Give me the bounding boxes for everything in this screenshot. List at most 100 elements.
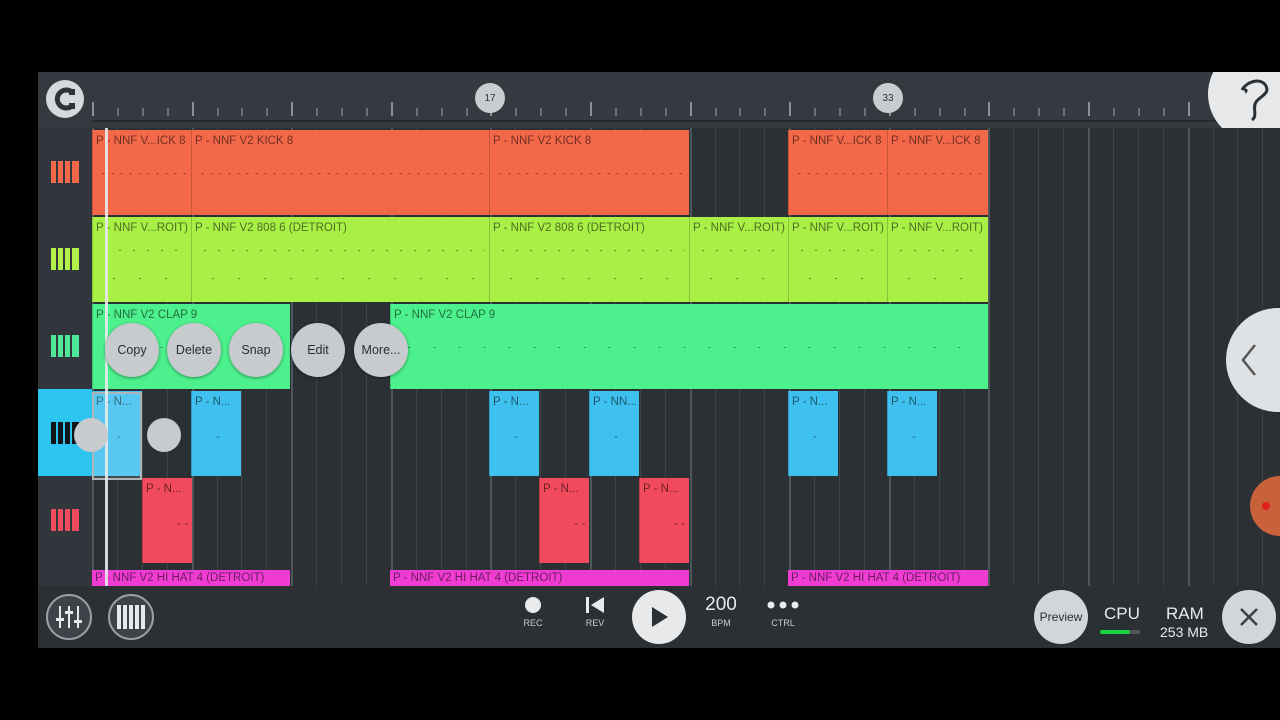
ruler-tick [565, 108, 568, 116]
ruler-tick [739, 108, 742, 116]
pattern-clip[interactable]: P - NNF V2 808 6 (DETROIT) [489, 217, 689, 302]
grid-line [1212, 128, 1214, 586]
more-button[interactable]: More... [354, 323, 408, 377]
selection-handle-left[interactable] [74, 418, 108, 452]
pattern-clip[interactable]: P - NNF V...ICK 8 [788, 130, 887, 215]
tempo-control[interactable]: 200 BPM [696, 594, 746, 628]
pattern-clip[interactable]: P - NNF V...ROIT) [689, 217, 788, 302]
ruler-tick [938, 108, 941, 116]
pattern-clip[interactable]: P - NNF V2 HI HAT 4 (DETROIT) [92, 570, 290, 586]
piano-icon [51, 247, 79, 270]
play-button[interactable] [632, 590, 686, 644]
pattern-clip[interactable]: P - N... - - [639, 478, 689, 563]
ruler-tick [789, 102, 792, 116]
ruler-tick [1162, 108, 1165, 116]
pattern-clip[interactable]: P - N... - - [539, 478, 589, 563]
cpu-label: CPU [1104, 604, 1140, 623]
ruler-tick [714, 108, 717, 116]
pattern-clip[interactable]: P - N... - [191, 391, 241, 476]
piano-icon [51, 334, 79, 357]
pattern-clip[interactable]: P - NNF V2 808 6 (DETROIT) [191, 217, 489, 302]
pattern-clip[interactable]: P - NNF V2 HI HAT 4 (DETROIT) [788, 570, 988, 586]
pattern-clip[interactable]: P - N... - [887, 391, 937, 476]
ruler-tick [1187, 102, 1190, 116]
grid-line [1088, 128, 1090, 586]
pattern-clip[interactable]: P - NN... - [589, 391, 639, 476]
ruler-tick [365, 108, 368, 116]
pattern-clip[interactable]: P - N... - [489, 391, 539, 476]
close-icon [1240, 608, 1258, 626]
ruler-tick [92, 102, 94, 116]
ruler-tick [415, 108, 418, 116]
mixer-sliders-icon [56, 606, 82, 628]
pattern-clip[interactable]: P - NNF V2 CLAP 9 [390, 304, 988, 389]
ruler-tick [963, 108, 966, 116]
ruler-tick [764, 108, 767, 116]
ruler-baseline [92, 120, 1232, 122]
ruler-tick [863, 108, 866, 116]
bottom-toolbar: REC REV 200 BPM CTRL Preview CPU RAM 253… [38, 586, 1280, 648]
ruler-tick [191, 102, 194, 116]
ruler-tick [266, 108, 269, 116]
track-lane-2[interactable] [38, 215, 92, 303]
pattern-clip[interactable]: P - NNF V...ROIT) [887, 217, 988, 302]
pattern-clip[interactable]: P - NNF V...ROIT) [788, 217, 887, 302]
ruler-tick [116, 108, 119, 116]
ram-value: 253 MB [1160, 624, 1209, 640]
selection-handle-right[interactable] [147, 418, 181, 452]
ruler-tick [1088, 102, 1090, 116]
rev-label: REV [585, 618, 605, 628]
ruler-tick [590, 102, 592, 116]
record-dot-icon [525, 597, 541, 613]
ruler-tick [814, 108, 817, 116]
grid-line [988, 128, 991, 586]
preview-button[interactable]: Preview [1034, 590, 1088, 644]
pattern-clip[interactable]: P - N... - - [142, 478, 192, 563]
grid-line [1038, 128, 1040, 586]
track-lane-5[interactable] [38, 476, 92, 564]
bpm-value: 200 [705, 594, 737, 615]
piano-icon [51, 508, 79, 531]
piano-roll-button[interactable] [108, 594, 154, 640]
ruler-tick [291, 102, 294, 116]
pattern-clip[interactable]: P - NNF V...ICK 8 [887, 130, 988, 215]
piano-keys-icon [117, 605, 145, 629]
record-button[interactable]: REC [508, 596, 558, 628]
grid-line [1112, 128, 1114, 586]
track-lane-1[interactable] [38, 128, 92, 216]
pattern-clip[interactable]: P - NNF V2 HI HAT 4 (DETROIT) [390, 570, 689, 586]
bar-marker-33[interactable]: 33 [873, 83, 903, 113]
play-icon [652, 607, 668, 627]
snap-button[interactable]: Snap [229, 323, 283, 377]
close-button[interactable] [1222, 590, 1276, 644]
pattern-clip[interactable]: P - N... - [788, 391, 838, 476]
copy-button[interactable]: Copy [105, 323, 159, 377]
bar-marker-17[interactable]: 17 [475, 83, 505, 113]
cpu-meter-fill [1100, 630, 1130, 634]
ruler-tick [166, 108, 169, 116]
ruler-tick [1112, 108, 1115, 116]
playlist-window: 17 33 P - NNF V...ICK 8 P - NNF V2 KICK [38, 72, 1280, 648]
track-lanes [38, 128, 92, 648]
ruler-tick [1013, 108, 1016, 116]
ruler-tick [316, 108, 319, 116]
rewind-button[interactable]: REV [570, 596, 620, 628]
ruler-tick [689, 102, 692, 116]
pattern-clip[interactable]: P - NNF V2 KICK 8 [489, 130, 689, 215]
ctrl-button[interactable]: CTRL [758, 596, 808, 628]
edit-button[interactable]: Edit [291, 323, 345, 377]
pattern-clip[interactable]: P - NNF V2 KICK 8 [191, 130, 489, 215]
magnet-snap-icon[interactable] [46, 80, 84, 118]
ruler-tick [241, 108, 244, 116]
ruler-tick [913, 108, 916, 116]
ruler-tick [1063, 108, 1066, 116]
ctrl-label: CTRL [771, 618, 795, 628]
delete-button[interactable]: Delete [167, 323, 221, 377]
ram-label: RAM [1166, 604, 1204, 623]
timeline-ruler[interactable]: 17 33 [38, 72, 1280, 142]
ruler-tick [465, 108, 468, 116]
track-lane-3[interactable] [38, 302, 92, 390]
grid-line [1013, 128, 1015, 586]
ruler-tick [515, 108, 518, 116]
mixer-button[interactable] [46, 594, 92, 640]
